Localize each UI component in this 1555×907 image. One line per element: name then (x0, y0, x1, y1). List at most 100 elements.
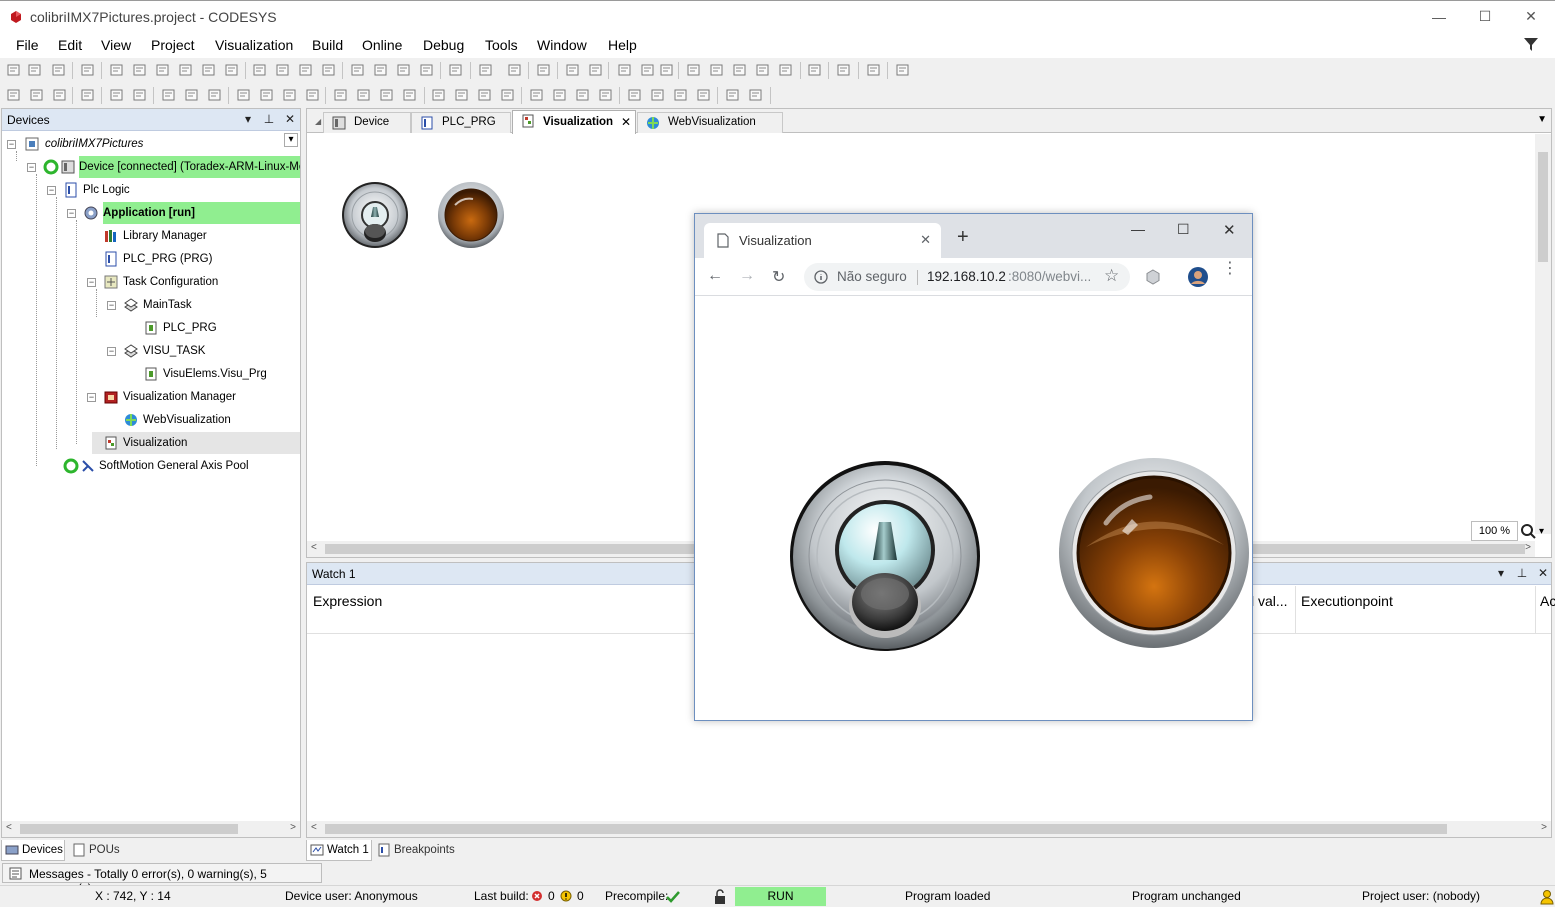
browser-menu-icon[interactable]: ⋮ (1222, 261, 1238, 277)
new-tab-icon[interactable]: + (957, 226, 969, 249)
address-bar[interactable]: Não seguro 192.168.10.2 :8080/webvi... ☆ (804, 263, 1130, 291)
toolbar-button-icon[interactable] (282, 87, 298, 103)
info-icon[interactable] (814, 270, 828, 284)
toolbar-button-icon[interactable] (236, 87, 252, 103)
toolbar-button-icon[interactable] (640, 62, 656, 78)
menu-online[interactable]: Online (362, 37, 402, 53)
toolbar-button-icon[interactable] (132, 87, 148, 103)
toolbar-button-icon[interactable] (709, 62, 725, 78)
toolbar-button-icon[interactable] (650, 87, 666, 103)
column-executionpoint[interactable]: Executionpoint (1301, 593, 1393, 609)
tab-scroll-left-icon[interactable]: ◢ (315, 117, 321, 126)
toolbar-button-icon[interactable] (155, 62, 171, 78)
tree-item-application[interactable]: − Application [run] (2, 202, 300, 224)
menu-tools[interactable]: Tools (485, 37, 518, 53)
watch-hscroll[interactable]: < > (307, 821, 1551, 837)
tab-plc-prg[interactable]: PLC_PRG (411, 112, 511, 133)
toolbar-button-icon[interactable] (536, 62, 552, 78)
toolbar-button-icon[interactable] (500, 87, 516, 103)
lamp-element[interactable] (437, 181, 505, 249)
tab-pous[interactable]: POUs (69, 840, 120, 861)
toolbar-button-icon[interactable] (552, 87, 568, 103)
tab-visualization[interactable]: Visualization ✕ (512, 110, 636, 134)
toolbar-button-icon[interactable] (895, 62, 911, 78)
toolbar-button-icon[interactable] (507, 62, 523, 78)
toolbar-button-icon[interactable] (565, 62, 581, 78)
toolbar-button-icon[interactable] (419, 62, 435, 78)
devices-hscroll[interactable]: < > (2, 821, 300, 837)
close-icon[interactable]: ✕ (1535, 566, 1551, 582)
tab-watch1[interactable]: Watch 1 (306, 840, 372, 861)
reload-icon[interactable]: ↻ (772, 267, 785, 287)
toolbar-button-icon[interactable] (627, 87, 643, 103)
zoom-dropdown-icon[interactable]: ▾ (1539, 526, 1544, 537)
toolbar-button-icon[interactable] (6, 62, 22, 78)
toolbar-button-icon[interactable] (350, 62, 366, 78)
bookmark-star-icon[interactable]: ☆ (1104, 266, 1119, 286)
toolbar-button-icon[interactable] (396, 62, 412, 78)
toolbar-button-icon[interactable] (755, 62, 771, 78)
toolbar-button-icon[interactable] (321, 62, 337, 78)
filter-icon[interactable] (1523, 36, 1539, 52)
close-button[interactable]: ✕ (1508, 1, 1554, 32)
menu-project[interactable]: Project (151, 37, 195, 53)
toolbar-button-icon[interactable] (836, 62, 852, 78)
close-icon[interactable]: ✕ (282, 112, 298, 128)
toolbar-button-icon[interactable] (27, 62, 43, 78)
tab-device[interactable]: Device (323, 112, 411, 133)
toolbar-button-icon[interactable] (52, 87, 68, 103)
back-icon[interactable]: ← (707, 267, 723, 285)
tab-list-dropdown-icon[interactable]: ▼ (1537, 114, 1547, 125)
forward-icon[interactable]: → (739, 267, 755, 285)
toolbar-button-icon[interactable] (807, 62, 823, 78)
pin-icon[interactable]: ⊥ (1514, 566, 1530, 582)
toolbar-button-icon[interactable] (275, 62, 291, 78)
browser-close-button[interactable]: ✕ (1223, 221, 1236, 239)
zoom-field[interactable]: 100 % (1471, 521, 1518, 541)
extension-icon[interactable] (1145, 269, 1161, 285)
toolbar-button-icon[interactable] (298, 62, 314, 78)
toolbar-button-icon[interactable] (373, 62, 389, 78)
toolbar-button-icon[interactable] (454, 87, 470, 103)
pin-icon[interactable]: ⊥ (261, 112, 277, 128)
toolbar-button-icon[interactable] (778, 62, 794, 78)
minimize-button[interactable]: — (1416, 1, 1462, 32)
toolbar-button-icon[interactable] (109, 62, 125, 78)
toolbar-button-icon[interactable] (259, 87, 275, 103)
toolbar-button-icon[interactable] (402, 87, 418, 103)
panel-dropdown-icon[interactable]: ▾ (1493, 566, 1509, 582)
toolbar-button-icon[interactable] (673, 87, 689, 103)
toolbar-button-icon[interactable] (686, 62, 702, 78)
tree-item-project[interactable]: − colibriIMX7Pictures (2, 133, 298, 155)
toolbar-button-icon[interactable] (132, 62, 148, 78)
toolbar-button-icon[interactable] (529, 87, 545, 103)
toolbar-button-icon[interactable] (659, 62, 675, 78)
profile-avatar[interactable] (1188, 267, 1208, 287)
zoom-icon[interactable] (1519, 522, 1537, 540)
menu-window[interactable]: Window (537, 37, 587, 53)
menu-visualization[interactable]: Visualization (215, 37, 293, 53)
toolbar-button-icon[interactable] (478, 62, 494, 78)
tab-breakpoints[interactable]: Breakpoints (374, 840, 455, 861)
menu-edit[interactable]: Edit (58, 37, 82, 53)
toolbar-button-icon[interactable] (696, 87, 712, 103)
toggle-switch-element[interactable] (341, 181, 409, 249)
column-value[interactable]: l val... (1251, 593, 1288, 609)
toolbar-button-icon[interactable] (184, 87, 200, 103)
toolbar-button-icon[interactable] (80, 62, 96, 78)
lock-icon[interactable] (712, 889, 728, 905)
menu-build[interactable]: Build (312, 37, 343, 53)
column-address[interactable]: Ac (1540, 593, 1555, 609)
toolbar-button-icon[interactable] (29, 87, 45, 103)
menu-help[interactable]: Help (608, 37, 637, 53)
tree-item-visualization[interactable]: Visualization (92, 432, 300, 454)
column-expression[interactable]: Expression (313, 593, 382, 609)
browser-tab-visualization[interactable]: Visualization ✕ (704, 223, 941, 258)
toolbar-button-icon[interactable] (448, 62, 464, 78)
toolbar-button-icon[interactable] (178, 62, 194, 78)
user-status-icon[interactable] (1540, 889, 1554, 905)
toolbar-button-icon[interactable] (588, 62, 604, 78)
toolbar-button-icon[interactable] (333, 87, 349, 103)
toolbar-button-icon[interactable] (201, 62, 217, 78)
editor-vscroll[interactable] (1535, 134, 1551, 534)
